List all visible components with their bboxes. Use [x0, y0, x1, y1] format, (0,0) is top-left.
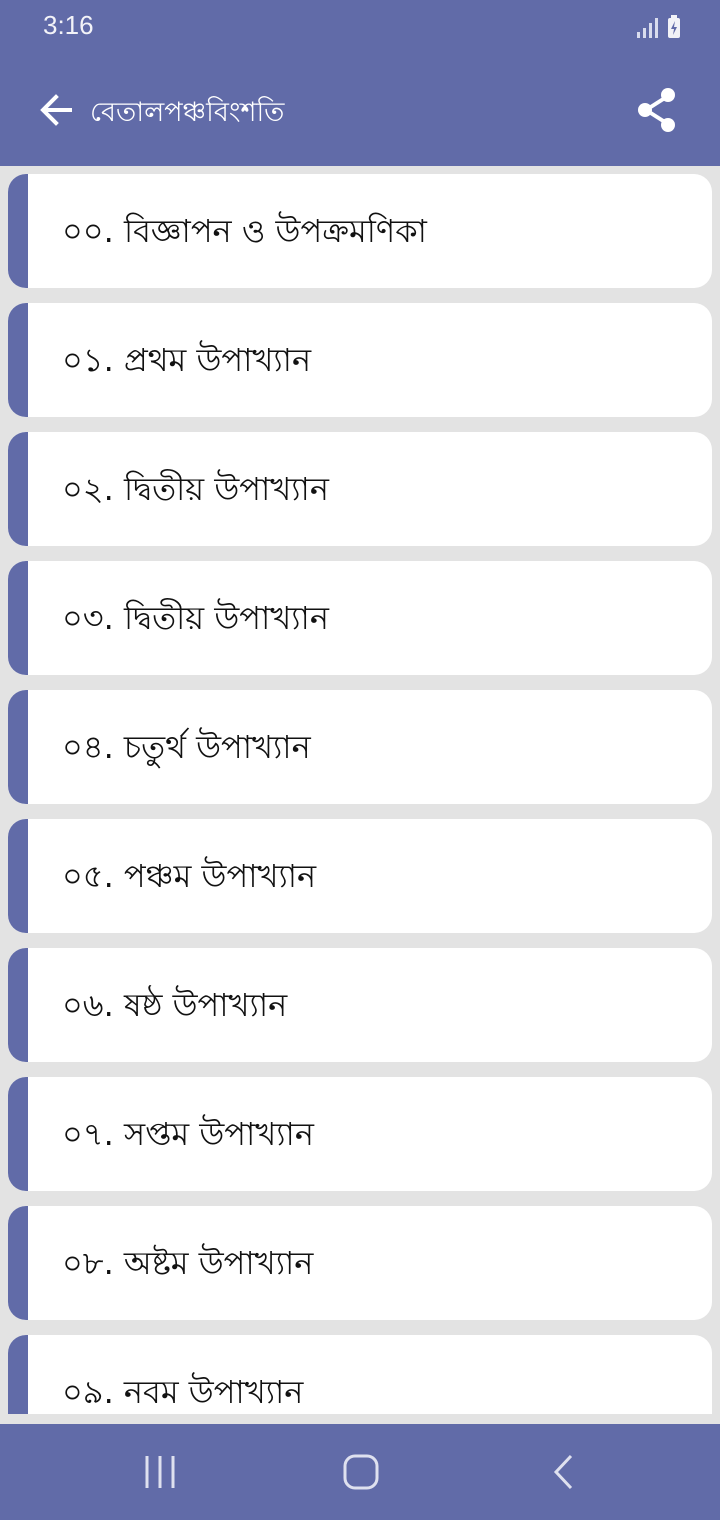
item-accent [8, 1335, 28, 1414]
status-time: 3:16 [43, 10, 94, 40]
back-button[interactable] [30, 84, 82, 136]
chapter-list: ০০. বিজ্ঞাপন ও উপক্রমণিকা ০১. প্রথম উপাখ… [0, 166, 720, 1414]
chapter-item[interactable]: ০২. দ্বিতীয় উপাখ্যান [8, 432, 712, 546]
chapter-item[interactable]: ০০. বিজ্ঞাপন ও উপক্রমণিকা [8, 174, 712, 288]
chapter-item[interactable]: ০৭. সপ্তম উপাখ্যান [8, 1077, 712, 1191]
recent-apps-icon [145, 1456, 175, 1488]
item-accent [8, 561, 28, 675]
back-icon [553, 1454, 573, 1490]
chapter-label: ০৯. নবম উপাখ্যান [62, 1373, 304, 1411]
chapter-label: ০৬. ষষ্ঠ উপাখ্যান [62, 986, 288, 1024]
arrow-left-icon [40, 94, 72, 126]
app-bar: বেতালপঞ্চবিংশতি [0, 56, 720, 166]
chapter-label: ০১. প্রথম উপাখ্যান [62, 341, 312, 379]
chapter-label: ০৪. চতুর্থ উপাখ্যান [62, 728, 311, 766]
battery-charging-icon [668, 15, 680, 38]
chapter-label: ০৮. অষ্টম উপাখ্যান [62, 1244, 314, 1282]
item-accent [8, 1206, 28, 1320]
chapter-label: ০৫. পঞ্চম উপাখ্যান [62, 857, 317, 895]
home-icon [343, 1454, 379, 1490]
status-bar: 3:16 [0, 0, 720, 56]
item-accent [8, 948, 28, 1062]
home-button[interactable] [336, 1448, 384, 1496]
item-accent [8, 690, 28, 804]
share-button[interactable] [632, 84, 684, 136]
chapter-item[interactable]: ০৪. চতুর্থ উপাখ্যান [8, 690, 712, 804]
chapter-item[interactable]: ০৯. নবম উপাখ্যান [8, 1335, 712, 1414]
chapter-label: ০২. দ্বিতীয় উপাখ্যান [62, 470, 329, 508]
chapter-item[interactable]: ০৫. পঞ্চম উপাখ্যান [8, 819, 712, 933]
chapter-label: ০৭. সপ্তম উপাখ্যান [62, 1115, 314, 1153]
signal-icon [637, 16, 658, 38]
item-accent [8, 174, 28, 288]
recent-apps-button[interactable] [136, 1448, 184, 1496]
chapter-label: ০০. বিজ্ঞাপন ও উপক্রমণিকা [62, 212, 427, 250]
chapter-label: ০৩. দ্বিতীয় উপাখ্যান [62, 599, 329, 637]
item-accent [8, 1077, 28, 1191]
nav-back-button[interactable] [540, 1448, 588, 1496]
chapter-item[interactable]: ০৬. ষষ্ঠ উপাখ্যান [8, 948, 712, 1062]
item-accent [8, 303, 28, 417]
chapter-item[interactable]: ০১. প্রথম উপাখ্যান [8, 303, 712, 417]
status-icons [637, 15, 680, 38]
share-icon [638, 88, 675, 132]
chapter-item[interactable]: ০৩. দ্বিতীয় উপাখ্যান [8, 561, 712, 675]
item-accent [8, 819, 28, 933]
page-title: বেতালপঞ্চবিংশতি [90, 97, 285, 128]
item-accent [8, 432, 28, 546]
navigation-bar [0, 1424, 720, 1520]
chapter-item[interactable]: ০৮. অষ্টম উপাখ্যান [8, 1206, 712, 1320]
